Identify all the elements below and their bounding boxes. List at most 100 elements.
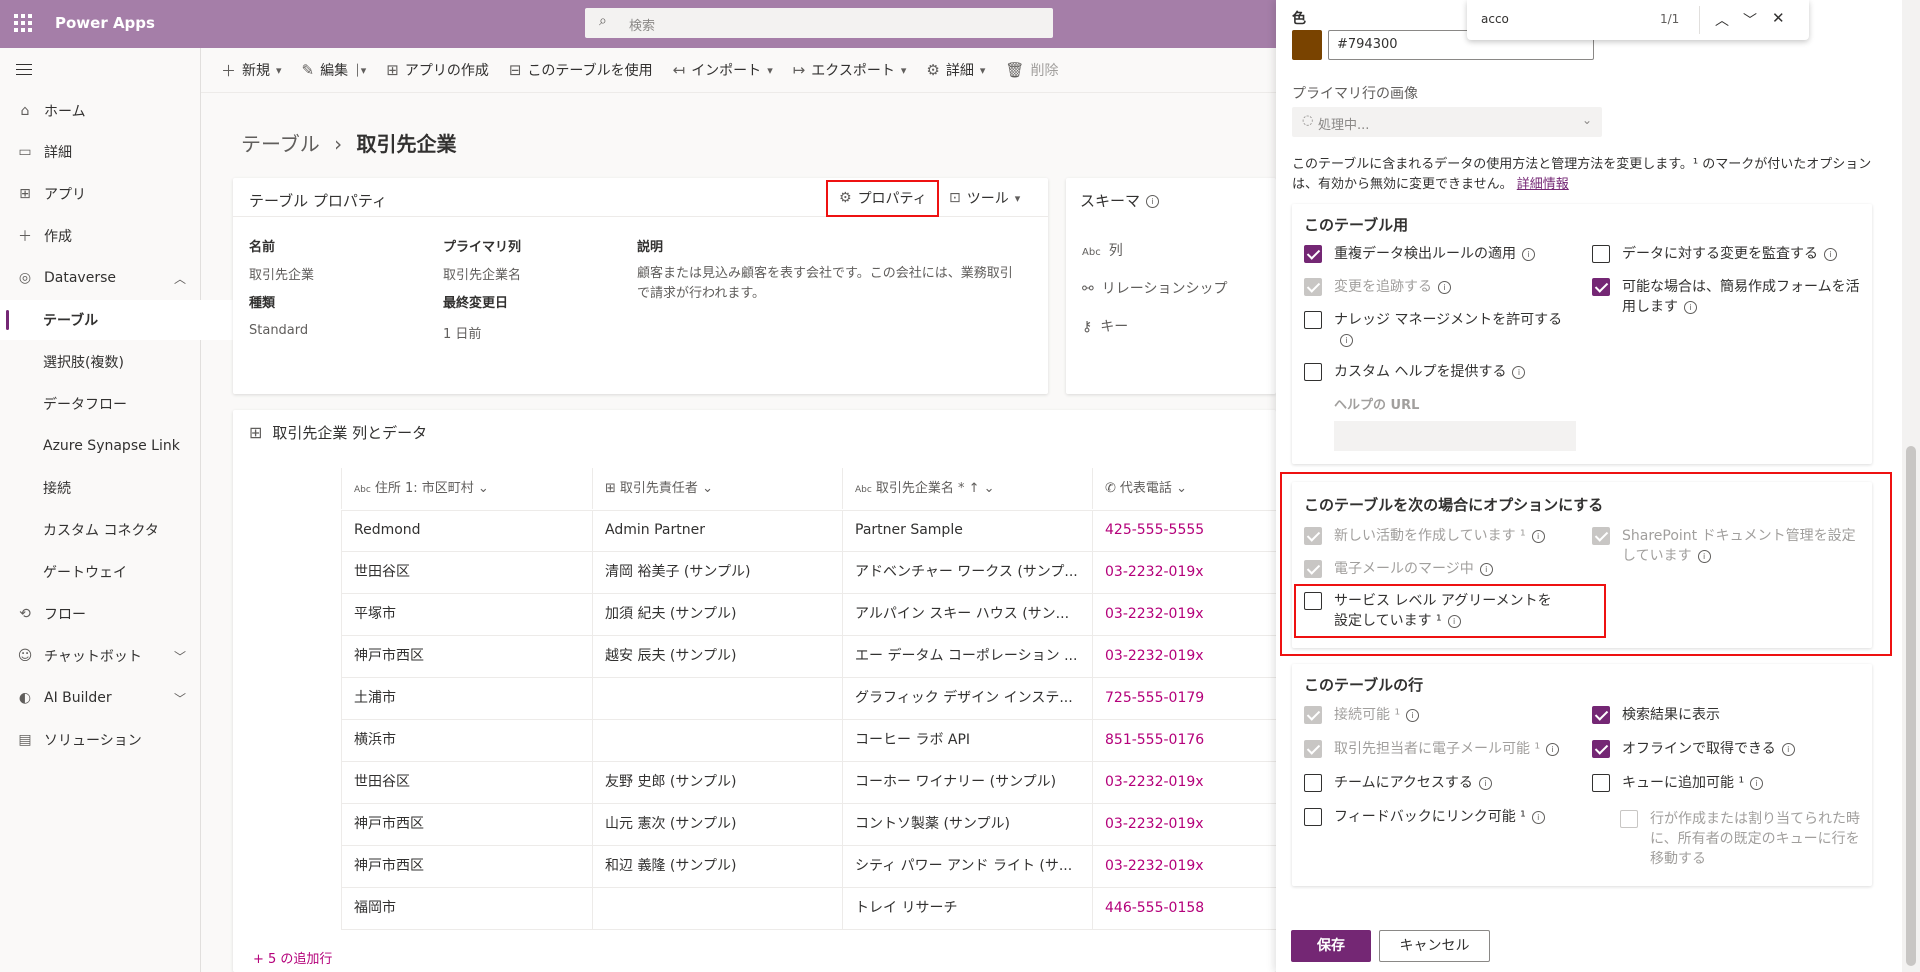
search-box[interactable]: ⌕ 検索 (585, 8, 1053, 38)
nav-item-solutions[interactable]: ▤ ソリューション (0, 720, 200, 760)
table-row[interactable]: 福岡市 トレイ リサーチ 446-555-0158 (341, 888, 1276, 930)
column-header[interactable]: Abc 住所 1: 市区町村 ⌄ (341, 468, 592, 509)
cell[interactable]: 土浦市 (341, 678, 592, 719)
cell[interactable]: 446-555-0158 (1092, 888, 1276, 929)
cell[interactable]: 友野 史郎 (サンプル) (592, 762, 842, 803)
table-row[interactable]: 神戸市西区 山元 憲次 (サンプル) コントソ製薬 (サンプル) 03-2232-01… (341, 804, 1276, 846)
cell[interactable]: 03-2232-019x (1092, 552, 1276, 593)
nav-item-gateways[interactable]: ゲートウェイ (0, 552, 243, 592)
nav-item-tables[interactable]: テーブル (0, 300, 243, 340)
nav-item-ai-builder[interactable]: ◐ AI Builder ﹀ (0, 678, 200, 718)
new-button[interactable]: ＋ 新規 ▾ (221, 60, 282, 81)
nav-item-dataflows[interactable]: データフロー (0, 384, 243, 424)
cell[interactable]: コーヒー ラボ API (842, 720, 1092, 761)
cell[interactable]: 福岡市 (341, 888, 592, 929)
app-launcher-icon[interactable] (14, 14, 32, 32)
nav-item-synapse[interactable]: Azure Synapse Link (0, 426, 243, 466)
cell[interactable]: 清岡 裕美子 (サンプル) (592, 552, 842, 593)
cell[interactable]: 和辺 義隆 (サンプル) (592, 846, 842, 887)
cell[interactable]: コントソ製薬 (サンプル) (842, 804, 1092, 845)
find-input[interactable]: acco (1481, 12, 1509, 26)
color-swatch[interactable] (1292, 30, 1322, 60)
knowledge-checkbox[interactable] (1304, 311, 1322, 329)
quick-create-checkbox[interactable] (1592, 278, 1610, 296)
nav-item-create[interactable]: ＋ 作成 (0, 216, 200, 256)
nav-item-choices[interactable]: 選択肢(複数) (0, 342, 243, 382)
cell[interactable]: 851-555-0176 (1092, 720, 1276, 761)
panel-scrollbar[interactable] (1902, 0, 1920, 972)
more-info-link[interactable]: 詳細情報 (1517, 177, 1569, 192)
cell[interactable]: 425-555-5555 (1092, 510, 1276, 551)
use-table-button[interactable]: ⊟ このテーブルを使用 (509, 60, 653, 80)
custom-help-checkbox[interactable] (1304, 363, 1322, 381)
cell[interactable]: 03-2232-019x (1092, 636, 1276, 677)
cell[interactable]: グラフィック デザイン インステ... (842, 678, 1092, 719)
cell[interactable]: 平塚市 (341, 594, 592, 635)
find-previous-icon[interactable]: ︿ (1715, 10, 1729, 30)
column-header[interactable]: ✆ 代表電話 ⌄ (1092, 468, 1276, 509)
schema-columns-link[interactable]: Abc 列 (1082, 240, 1123, 260)
table-row[interactable]: 世田谷区 友野 史郎 (サンプル) コーホー ワイナリー (サンプル) 03-2232… (341, 762, 1276, 804)
nav-item-flows[interactable]: ⟲ フロー (0, 594, 200, 634)
cell[interactable] (592, 678, 842, 719)
table-row[interactable]: 世田谷区 清岡 裕美子 (サンプル) アドベンチャー ワークス (サンプ... 03-… (341, 552, 1276, 594)
cell[interactable]: 03-2232-019x (1092, 846, 1276, 887)
feedback-checkbox[interactable] (1304, 808, 1322, 826)
cell[interactable] (592, 720, 842, 761)
find-next-icon[interactable]: ﹀ (1743, 10, 1757, 30)
cell[interactable]: 越安 辰夫 (サンプル) (592, 636, 842, 677)
cell[interactable]: 神戸市西区 (341, 804, 592, 845)
show-search-checkbox[interactable] (1592, 706, 1610, 724)
save-button[interactable]: 保存 (1291, 930, 1371, 962)
table-row[interactable]: 神戸市西区 和辺 義隆 (サンプル) シティ パワー アンド ライト (サ... 03… (341, 846, 1276, 888)
table-row[interactable]: 平塚市 加須 紀夫 (サンプル) アルパイン スキー ハウス (サン... 03-22… (341, 594, 1276, 636)
import-button[interactable]: ↤ インポート ▾ (673, 60, 773, 80)
scrollbar-thumb[interactable] (1906, 446, 1916, 966)
create-app-button[interactable]: ⊞ アプリの作成 (386, 60, 489, 80)
nav-item-apps[interactable]: ⊞ アプリ (0, 174, 200, 214)
cell[interactable]: エー データム コーポレーション ... (842, 636, 1092, 677)
cell[interactable] (592, 888, 842, 929)
cell[interactable]: 03-2232-019x (1092, 762, 1276, 803)
cell[interactable]: Partner Sample (842, 510, 1092, 551)
cell[interactable]: トレイ リサーチ (842, 888, 1092, 929)
cell[interactable]: アドベンチャー ワークス (サンプ... (842, 552, 1092, 593)
dup-detect-checkbox[interactable] (1304, 245, 1322, 263)
queue-checkbox[interactable] (1592, 774, 1610, 792)
nav-item-chatbots[interactable]: ☺ チャットボット ﹀ (0, 636, 200, 676)
schema-relationships-link[interactable]: ⚯ リレーションシップ (1082, 278, 1227, 298)
cancel-button[interactable]: キャンセル (1379, 930, 1490, 962)
cell[interactable]: 横浜市 (341, 720, 592, 761)
more-rows-link[interactable]: + 5 の追加行 (253, 948, 332, 967)
tools-button[interactable]: ⊡ ツール ▾ (949, 188, 1020, 208)
cell[interactable]: コーホー ワイナリー (サンプル) (842, 762, 1092, 803)
cell[interactable]: 山元 憲次 (サンプル) (592, 804, 842, 845)
team-access-checkbox[interactable] (1304, 774, 1322, 792)
app-title[interactable]: Power Apps (55, 14, 155, 32)
hamburger-icon[interactable] (16, 64, 32, 79)
edit-button[interactable]: ✎ 編集 │▾ (302, 60, 367, 80)
schema-keys-link[interactable]: ⚷ キー (1082, 316, 1128, 336)
cell[interactable]: 神戸市西区 (341, 846, 592, 887)
cell[interactable]: 03-2232-019x (1092, 804, 1276, 845)
nav-item-learn[interactable]: ▭ 詳細 (0, 132, 200, 172)
nav-item-connections[interactable]: 接続 (0, 468, 243, 508)
table-row[interactable]: 横浜市 コーヒー ラボ API 851-555-0176 (341, 720, 1276, 762)
details-button[interactable]: ⚙ 詳細 ▾ (926, 60, 985, 80)
cell[interactable]: 03-2232-019x (1092, 594, 1276, 635)
cell[interactable]: 世田谷区 (341, 552, 592, 593)
nav-item-home[interactable]: ⌂ ホーム (0, 91, 200, 131)
cell[interactable]: 725-555-0179 (1092, 678, 1276, 719)
delete-button[interactable]: 🗑 削除 (1005, 60, 1058, 80)
export-button[interactable]: ↦ エクスポート ▾ (793, 60, 907, 80)
offline-checkbox[interactable] (1592, 740, 1610, 758)
table-row[interactable]: 神戸市西区 越安 辰夫 (サンプル) エー データム コーポレーション ... 03-… (341, 636, 1276, 678)
cell[interactable]: アルパイン スキー ハウス (サン... (842, 594, 1092, 635)
cell[interactable]: Redmond (341, 510, 592, 551)
audit-checkbox[interactable] (1592, 245, 1610, 263)
cell[interactable]: 世田谷区 (341, 762, 592, 803)
nav-item-dataverse[interactable]: ◎ Dataverse ︿ (0, 258, 200, 298)
table-row[interactable]: Redmond Admin Partner Partner Sample 425-55… (341, 510, 1276, 552)
cell[interactable]: 加須 紀夫 (サンプル) (592, 594, 842, 635)
column-header[interactable]: ⊞ 取引先責任者 ⌄ (592, 468, 842, 509)
